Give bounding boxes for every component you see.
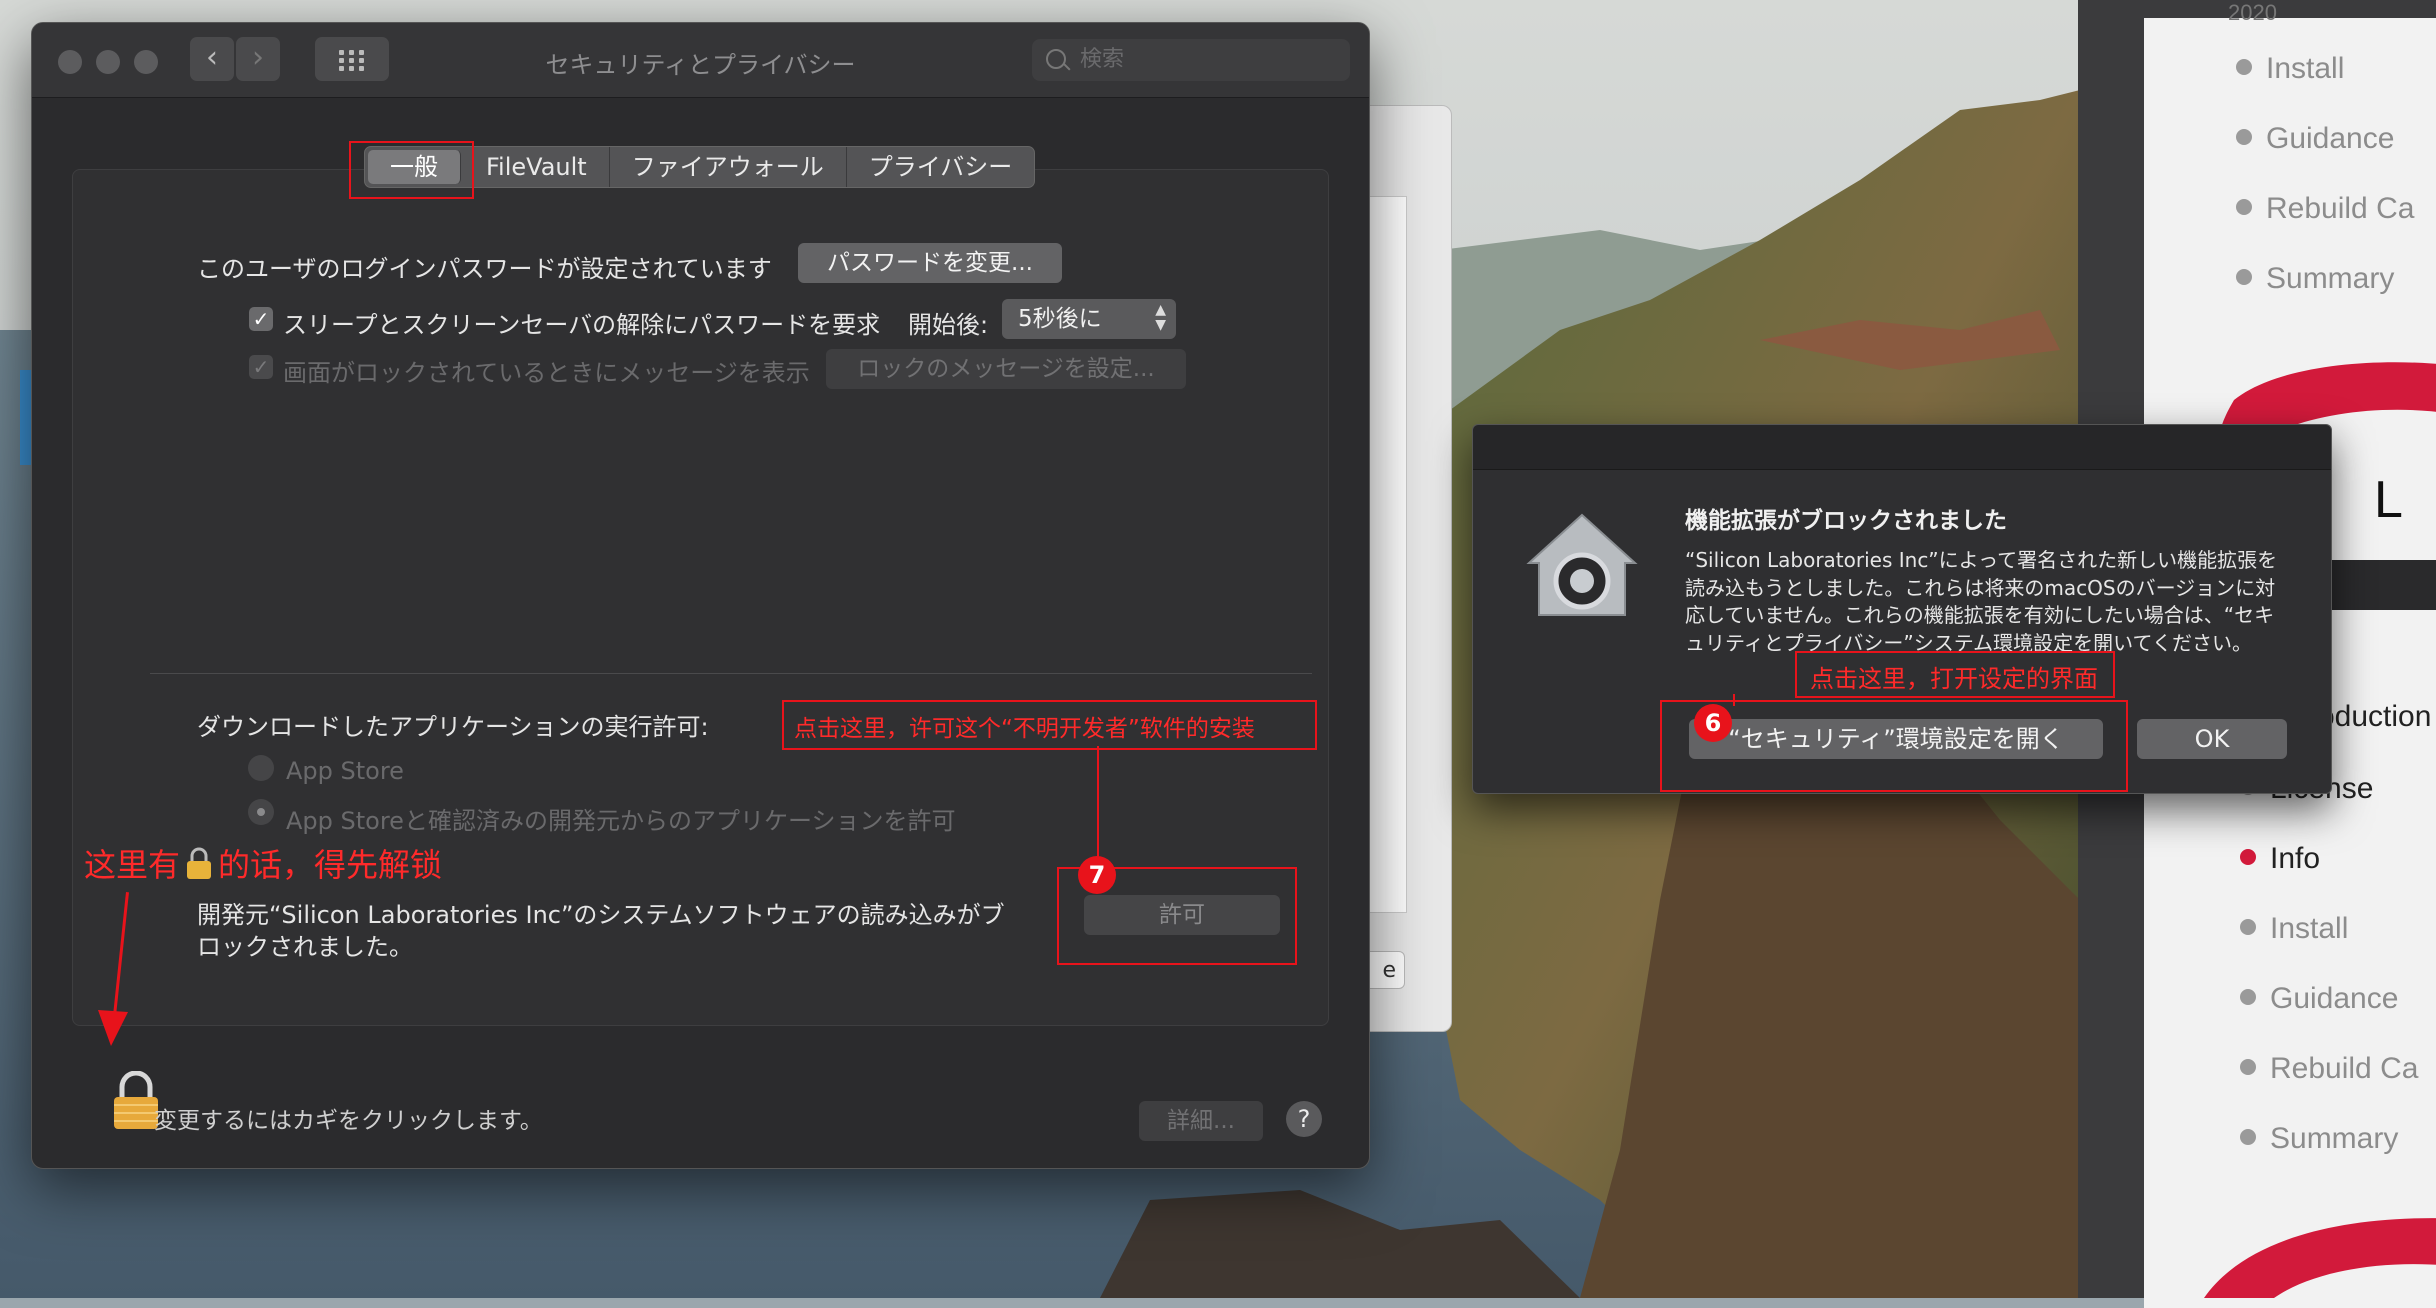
tab-privacy[interactable]: プライバシー	[847, 147, 1035, 187]
step-dot	[2240, 1129, 2256, 1146]
alert-message: “Silicon Laboratories Inc”によって署名された新しい機能…	[1685, 548, 2278, 655]
tab-firewall[interactable]: ファイアウォール	[610, 147, 847, 187]
ok-button[interactable]: OK	[2137, 719, 2287, 759]
silicon-labs-logo-2	[2204, 1218, 2436, 1298]
lock-message-label: 画面がロックされているときにメッセージを表示	[283, 359, 810, 387]
annotation-note-unlock-suffix: 的话，得先解锁	[218, 846, 443, 884]
step-dot-active	[2240, 849, 2256, 866]
step-dot	[2240, 989, 2256, 1006]
annotation-note-unlock: 这里有 的话，得先解锁	[84, 840, 442, 886]
password-set-text: このユーザのログインパスワードが設定されています	[197, 255, 772, 283]
security-house-icon	[1526, 513, 1638, 616]
radio-identified-developers[interactable]	[248, 799, 274, 825]
annotation-box-open-prefs-button	[1660, 700, 2128, 792]
step-dot	[2236, 199, 2252, 216]
annotation-badge-6: 6	[1694, 704, 1732, 742]
set-lock-message-button[interactable]: ロックのメッセージを設定...	[826, 349, 1186, 389]
installer-step-guidance-2[interactable]: Guidance	[2240, 982, 2398, 1016]
annotation-note-unlock-prefix: 这里有	[84, 846, 181, 884]
require-password-checkbox[interactable]: ✓	[249, 307, 273, 331]
lock-icon[interactable]	[112, 1071, 160, 1131]
annotation-arrowhead-icon	[98, 1010, 128, 1046]
search-icon	[1046, 49, 1066, 69]
password-delay-select[interactable]: 5秒後に ▲ ▼	[1002, 299, 1176, 339]
details-button[interactable]: 詳細...	[1139, 1101, 1263, 1141]
step-dot	[2236, 129, 2252, 146]
after-label: 開始後:	[908, 311, 989, 339]
lock-hint-text: 変更するにはカギをクリックします。	[154, 1108, 543, 1134]
alert-title: 機能拡張がブロックされました	[1685, 508, 2007, 534]
annotation-note-allow: 点击这里，许可这个“不明开发者”软件的安装	[794, 716, 1255, 742]
installer-step-summary-2[interactable]: Summary	[2240, 1122, 2398, 1156]
step-dot	[2236, 59, 2252, 76]
installer-step-rebuild[interactable]: Rebuild Ca	[2236, 192, 2414, 226]
lock-message-checkbox[interactable]: ✓	[249, 355, 273, 379]
annotation-connector-6	[1733, 694, 1735, 706]
search-field[interactable]: 検索	[1032, 39, 1350, 81]
window-titlebar: ‹ › セキュリティとプライバシー 検索	[32, 23, 1369, 98]
step-dot	[2240, 919, 2256, 936]
installer-step-rebuild-2[interactable]: Rebuild Ca	[2240, 1052, 2418, 1086]
installer-step-introduction[interactable]: oduction	[2318, 700, 2431, 734]
radio-app-store[interactable]	[248, 755, 274, 781]
installer-step-install[interactable]: Install	[2236, 52, 2344, 86]
select-arrows-icon: ▲ ▼	[1155, 302, 1166, 333]
installer-step-install-2[interactable]: Install	[2240, 912, 2348, 946]
step-dot	[2236, 269, 2252, 286]
installer-step-guidance[interactable]: Guidance	[2236, 122, 2394, 156]
require-password-label: スリープとスクリーンセーバの解除にパスワードを要求	[283, 311, 881, 339]
annotation-connector-7	[1097, 746, 1099, 866]
alert-titlebar	[1473, 425, 2331, 470]
radio-identified-developers-label: App Storeと確認済みの開発元からのアプリケーションを許可	[286, 807, 956, 835]
download-allow-label: ダウンロードしたアプリケーションの実行許可:	[197, 713, 709, 741]
installer-step-info[interactable]: Info	[2240, 842, 2320, 876]
search-placeholder: 検索	[1080, 47, 1125, 72]
installer-top-label: 2020	[2228, 0, 2277, 25]
radio-app-store-label: App Store	[286, 757, 404, 785]
annotation-badge-7: 7	[1078, 856, 1116, 894]
installer-step-summary[interactable]: Summary	[2236, 262, 2394, 296]
padlock-emoji-icon	[187, 847, 212, 879]
help-button[interactable]: ?	[1286, 1101, 1322, 1137]
step-dot	[2240, 1059, 2256, 1076]
section-divider	[150, 673, 1312, 674]
blocked-software-text: 開発元“Silicon Laboratories Inc”のシステムソフトウェア…	[197, 901, 1005, 961]
annotation-note-open-prefs: 点击这里，打开设定的界面	[1810, 665, 2098, 693]
security-privacy-window: ‹ › セキュリティとプライバシー 検索 一般 FileVault ファイアウォ…	[31, 22, 1370, 1169]
password-delay-value: 5秒後に	[1018, 306, 1102, 332]
tab-filevault[interactable]: FileVault	[464, 147, 610, 187]
annotation-box-general-tab	[349, 141, 474, 199]
change-password-button[interactable]: パスワードを変更...	[798, 243, 1062, 283]
